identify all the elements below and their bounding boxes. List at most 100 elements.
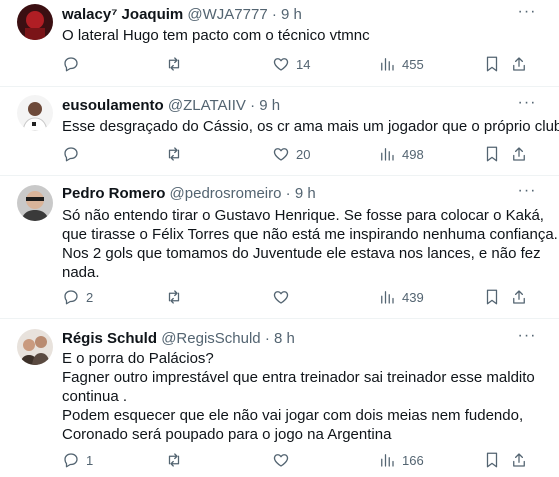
timestamp[interactable]: 9 h xyxy=(281,6,302,23)
retweet-button[interactable] xyxy=(165,287,189,307)
view-count: 498 xyxy=(402,146,424,162)
share-button[interactable] xyxy=(510,287,528,307)
tweet-feed: walacy⁷ Joaquim @WJA7777 · 9 h ··· O lat… xyxy=(0,0,559,477)
heart-icon xyxy=(273,291,289,304)
bookmark-icon xyxy=(486,56,498,72)
retweet-button[interactable] xyxy=(165,450,189,470)
reply-icon xyxy=(64,147,78,162)
author-name[interactable]: Régis Schuld xyxy=(62,330,157,347)
timestamp[interactable]: 8 h xyxy=(274,330,295,347)
tweet-header: Régis Schuld @RegisSchuld · 8 h xyxy=(62,330,515,348)
tweet-header: walacy⁷ Joaquim @WJA7777 · 9 h xyxy=(62,6,515,24)
share-button[interactable] xyxy=(510,144,528,164)
author-name[interactable]: Pedro Romero xyxy=(62,185,165,202)
views-icon xyxy=(381,148,394,161)
like-button[interactable] xyxy=(272,450,296,470)
share-button[interactable] xyxy=(510,450,528,470)
tweet-text-line: nada. xyxy=(62,264,100,281)
tweet-text-line: continua . xyxy=(62,388,128,405)
like-button[interactable] xyxy=(272,287,296,307)
bookmark-button[interactable] xyxy=(483,144,501,164)
separator-dot: · xyxy=(271,6,277,23)
tweet-actions: 1 166 xyxy=(58,450,539,470)
separator-dot: · xyxy=(250,97,256,114)
share-icon xyxy=(513,147,525,161)
reply-button[interactable]: 1 xyxy=(62,450,93,470)
separator-dot: · xyxy=(285,185,291,202)
tweet-text: Esse desgraçado do Cássio, os cr ama mai… xyxy=(62,117,559,136)
timestamp[interactable]: 9 h xyxy=(295,185,316,202)
views-icon xyxy=(381,58,394,71)
more-icon[interactable]: ··· xyxy=(517,95,537,115)
avatar[interactable] xyxy=(17,4,53,40)
like-button[interactable]: 20 xyxy=(272,144,310,164)
reply-icon xyxy=(64,57,78,72)
tweet-text: E o porra do Palácios? Fagner outro impr… xyxy=(62,349,535,444)
retweet-icon xyxy=(168,453,180,467)
views-button[interactable]: 439 xyxy=(378,287,424,307)
tweet-text-line: Coronado será poupado para o jogo na Arg… xyxy=(62,426,392,443)
tweet-text-line: O lateral Hugo tem pacto com o técnico v… xyxy=(62,27,370,44)
view-count: 166 xyxy=(402,452,424,468)
author-name[interactable]: walacy⁷ Joaquim xyxy=(62,6,183,23)
separator-dot: · xyxy=(264,330,270,347)
retweet-button[interactable] xyxy=(165,144,189,164)
more-icon[interactable]: ··· xyxy=(517,328,537,348)
share-icon xyxy=(513,57,525,71)
tweet-text-line: Esse desgraçado do Cássio, os cr ama mai… xyxy=(62,118,559,135)
more-icon[interactable]: ··· xyxy=(517,183,537,203)
reply-icon xyxy=(64,290,78,305)
timestamp[interactable]: 9 h xyxy=(259,97,280,114)
bookmark-button[interactable] xyxy=(483,287,501,307)
tweet[interactable]: walacy⁷ Joaquim @WJA7777 · 9 h ··· O lat… xyxy=(0,0,559,87)
share-icon xyxy=(513,290,525,304)
retweet-button[interactable] xyxy=(165,54,189,74)
like-count: 20 xyxy=(296,146,311,162)
retweet-icon xyxy=(168,290,180,304)
reply-button[interactable] xyxy=(62,144,86,164)
tweet-text-line: Nos 2 gols que tomamos do Juventude ele … xyxy=(62,245,541,262)
tweet[interactable]: eusoulamento @ZLATAIIV · 9 h ··· Esse de… xyxy=(0,87,559,176)
reply-button[interactable]: 2 xyxy=(62,287,93,307)
views-icon xyxy=(381,291,394,304)
views-icon xyxy=(381,454,394,467)
tweet-header: Pedro Romero @pedrosromeiro · 9 h xyxy=(62,185,515,203)
avatar[interactable] xyxy=(17,95,53,131)
tweet-actions: 14 455 xyxy=(58,54,539,74)
view-count: 455 xyxy=(402,56,424,72)
avatar[interactable] xyxy=(17,185,53,221)
bookmark-icon xyxy=(486,146,498,162)
bookmark-icon xyxy=(486,289,498,305)
tweet[interactable]: Régis Schuld @RegisSchuld · 8 h ··· E o … xyxy=(0,319,559,477)
views-button[interactable]: 455 xyxy=(378,54,424,74)
author-name[interactable]: eusoulamento xyxy=(62,97,164,114)
heart-icon xyxy=(273,58,289,71)
bookmark-icon xyxy=(486,452,498,468)
reply-count: 2 xyxy=(86,289,94,305)
author-handle[interactable]: @WJA7777 xyxy=(187,6,267,23)
tweet-actions: 20 498 xyxy=(58,144,539,164)
tweet[interactable]: Pedro Romero @pedrosromeiro · 9 h ··· Só… xyxy=(0,176,559,319)
view-count: 439 xyxy=(402,289,424,305)
reply-count: 1 xyxy=(86,452,94,468)
author-handle[interactable]: @RegisSchuld xyxy=(161,330,260,347)
views-button[interactable]: 166 xyxy=(378,450,424,470)
bookmark-button[interactable] xyxy=(483,54,501,74)
tweet-text-line: Podem esquecer que ele não vai jogar com… xyxy=(62,407,524,424)
bookmark-button[interactable] xyxy=(483,450,501,470)
reply-button[interactable] xyxy=(62,54,86,74)
like-count: 14 xyxy=(296,56,311,72)
views-button[interactable]: 498 xyxy=(378,144,424,164)
heart-icon xyxy=(273,454,289,467)
avatar[interactable] xyxy=(17,329,53,365)
tweet-text-line: que tirasse o Félix Torres que não está … xyxy=(62,226,558,243)
like-button[interactable]: 14 xyxy=(272,54,310,74)
author-handle[interactable]: @ZLATAIIV xyxy=(168,97,246,114)
more-icon[interactable]: ··· xyxy=(517,4,537,24)
share-button[interactable] xyxy=(510,54,528,74)
reply-icon xyxy=(64,453,78,468)
author-handle[interactable]: @pedrosromeiro xyxy=(170,185,282,202)
tweet-text-line: Fagner outro imprestável que entra trein… xyxy=(62,369,535,386)
heart-icon xyxy=(273,148,289,161)
tweet-text-line: Só não entendo tirar o Gustavo Henrique.… xyxy=(62,207,544,224)
